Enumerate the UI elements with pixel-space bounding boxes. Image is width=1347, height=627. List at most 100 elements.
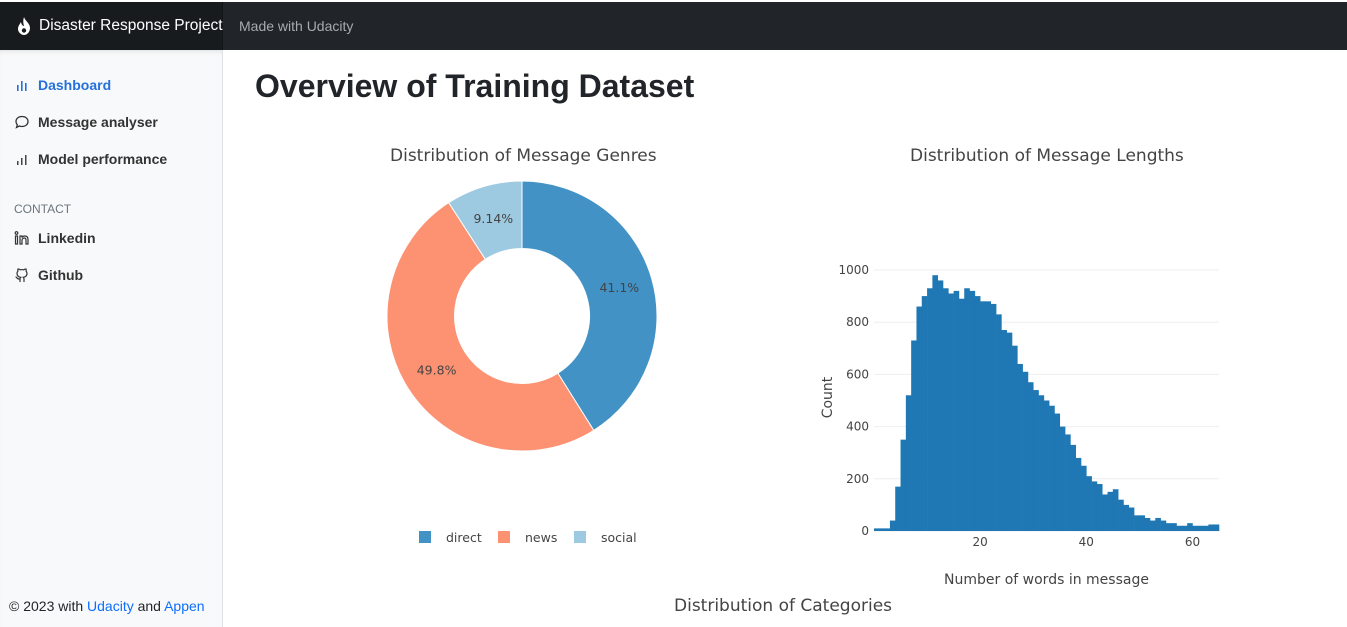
length-histogram-chart: 0 200 400 600 800 1000 20 40 60 Number of words i… [820,263,1220,588]
sidebar-item-model-performance[interactable]: Model performance [14,151,167,167]
histogram-bar [1043,400,1050,531]
length-chart-title: Distribution of Message Lengths [910,146,1184,166]
histogram-bar [921,296,928,531]
histogram-bar [1134,515,1140,531]
histogram-bar [990,303,997,531]
sidebar-item-label: Dashboard [38,77,112,93]
appen-link[interactable]: Appen [164,598,204,614]
contact-heading: CONTACT [14,202,72,216]
sidebar-item-label: Github [38,267,84,283]
histogram-bar [1038,395,1045,531]
histogram-bar [1022,371,1029,531]
y-tick-label: 600 [846,367,869,381]
sidebar-item-label: Message analyser [38,114,158,130]
histogram-bar [937,280,944,531]
udacity-link[interactable]: Udacity [87,598,134,614]
histogram-bar [1001,330,1007,531]
histogram-bar [1176,525,1183,531]
histogram-bar [1203,525,1209,531]
flame-icon [16,17,32,35]
legend-swatch-direct [419,531,431,543]
y-tick-label: 200 [846,472,869,486]
legend-swatch-news [498,531,510,543]
sidebar-item-linkedin[interactable]: Linkedin [14,230,96,246]
histogram-bar [1171,523,1177,531]
histogram-bar [969,290,976,531]
histogram-bar [964,288,970,531]
made-with-udacity-link[interactable]: Made with Udacity [239,18,353,34]
histogram-bar [1118,499,1124,531]
genre-chart-title: Distribution of Message Genres [390,146,657,166]
histogram-bar [974,296,981,531]
histogram-bar [1033,390,1039,531]
y-tick-label: 800 [846,315,869,329]
genre-donut-chart: 41.1% 49.8% 9.14% direct news social [386,180,658,545]
histogram-bar [958,298,965,531]
histogram-bar [1128,507,1135,531]
histogram-bar [1075,457,1082,531]
legend-label: direct [446,530,482,545]
chat-icon [14,114,30,130]
x-tick-label: 20 [973,535,988,549]
x-axis-label: Number of words in message [944,572,1149,588]
histogram-bar [1070,444,1076,531]
histogram-bar [884,528,891,531]
histogram-bar [953,290,960,531]
histogram-bar [1012,345,1018,531]
histogram-bar [980,301,986,531]
histogram-bar [1187,523,1193,531]
y-tick-label: 0 [861,524,869,538]
pie-label: 49.8% [417,362,457,377]
pie-label: 41.1% [599,280,639,295]
x-tick-label: 60 [1185,535,1200,549]
y-tick-label: 400 [846,420,869,434]
main-content: Overview of Training Dataset Distributio… [224,50,1347,627]
histogram-bar [1059,426,1066,531]
bar-chart-icon [14,151,30,167]
sidebar-item-label: Model performance [38,151,168,167]
brand-title: Disaster Response Project [39,17,223,34]
histogram-bar [911,340,917,531]
histogram-bar [1086,476,1092,531]
histogram-bar [927,288,933,531]
histogram-bar [1155,517,1161,531]
legend-label: news [525,530,557,545]
histogram-bar [1165,523,1172,531]
histogram-bar [889,520,896,531]
histogram-bar [985,301,992,531]
histogram-bar [1160,520,1167,531]
footer: © 2023 with Udacity and Appen [9,598,205,614]
histogram-bar [900,439,907,531]
footer-mid: and [133,598,165,614]
histogram-bar [1081,465,1087,531]
histogram-bar [1192,525,1199,531]
histogram-bar [1213,524,1220,531]
histogram-bar [879,528,885,531]
histogram-bar [948,293,954,531]
histogram-bar [916,306,923,531]
histogram-bar [1144,517,1151,531]
histogram-bar [1027,382,1034,531]
histogram-bar [996,314,1002,531]
page-title: Overview of Training Dataset [255,68,695,104]
sidebar-item-dashboard[interactable]: Dashboard [14,77,111,93]
histogram-bar [932,275,938,531]
y-axis-label: Count [820,376,836,418]
histogram-bar [1054,413,1061,531]
github-icon [14,267,30,283]
legend-label: social [601,530,637,545]
histogram-bar [905,395,912,531]
histogram-bar [1096,484,1103,531]
brand-link[interactable]: Disaster Response Project [0,2,223,50]
sidebar-item-github[interactable]: Github [14,267,83,283]
histogram-bar [1150,520,1156,531]
x-tick-label: 40 [1079,535,1094,549]
histogram-bar [1181,525,1188,531]
sidebar: Dashboard Message analyser Model perform… [0,50,223,627]
legend-swatch-social [574,531,586,543]
histogram-bar [1197,525,1204,531]
sidebar-item-message-analyser[interactable]: Message analyser [14,114,158,130]
top-navbar: Disaster Response Project Made with Udac… [0,0,1347,50]
histogram-bar [874,528,880,531]
histogram-bar [1006,332,1013,531]
